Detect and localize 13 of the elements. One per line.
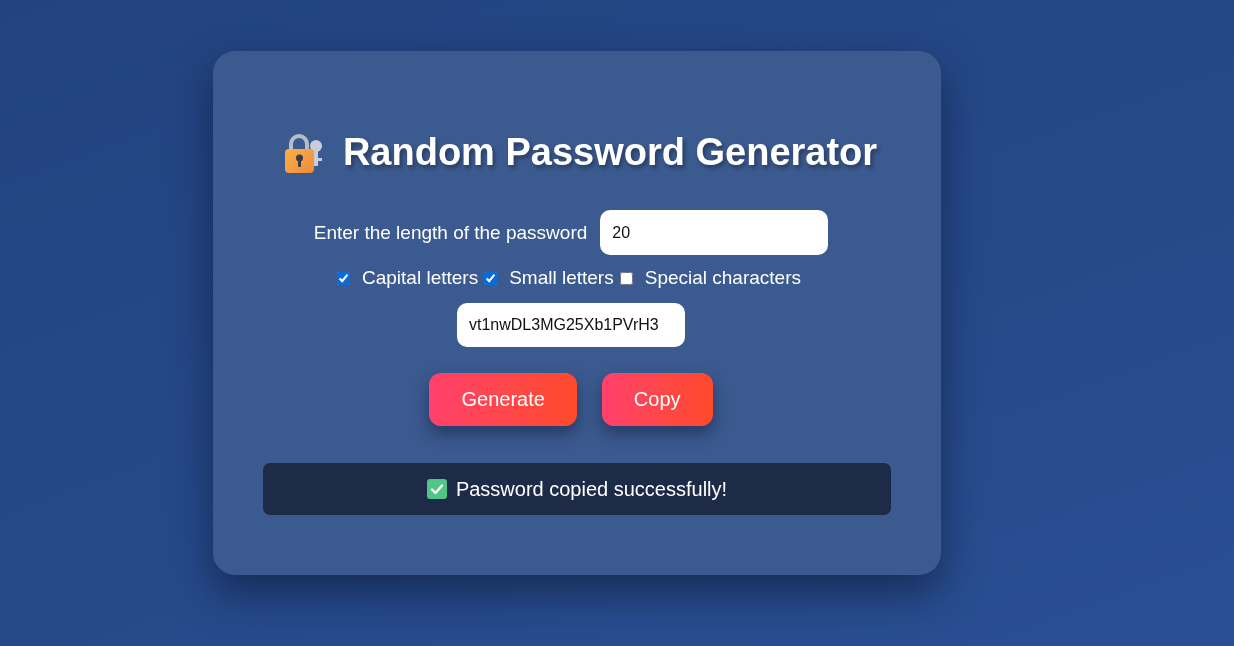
status-message: Password copied successfully! bbox=[455, 477, 728, 501]
option-label: Capital letters bbox=[362, 267, 479, 289]
option-checkbox[interactable] bbox=[619, 271, 633, 285]
option-checkbox[interactable] bbox=[337, 271, 350, 285]
check-mark-icon bbox=[426, 479, 447, 499]
password-output-field[interactable]: vt1nwDL3MG25Xb1PVrH3 bbox=[457, 303, 685, 347]
option-label: Small letters bbox=[509, 267, 614, 289]
padlock-key-icon bbox=[282, 131, 325, 174]
length-input[interactable]: 20 bbox=[600, 210, 829, 255]
length-label: Enter the length of the password bbox=[313, 221, 588, 244]
option-label: Special characters bbox=[644, 267, 801, 289]
page-title: Random Password Generator bbox=[342, 131, 878, 174]
option-checkbox[interactable] bbox=[484, 271, 498, 285]
